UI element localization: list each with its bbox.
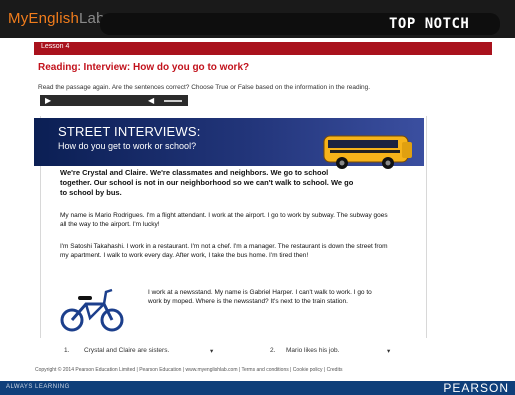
answer-dropdown-1[interactable]: ▾ [210,347,213,355]
volume-slider[interactable] [164,100,182,102]
activity-title: Reading: Interview: How do you go to wor… [38,62,250,73]
question-text-1: Crystal and Claire are sisters. [84,347,170,354]
moped-image [60,288,124,332]
paragraph-mario: My name is Mario Rodrigues. I'm a flight… [60,212,388,228]
always-learning-label: ALWAYS LEARNING [6,384,70,390]
question-row: 1. Crystal and Claire are sisters. ▾ 2. … [42,347,432,359]
paragraph-gabriel: I work at a newsstand. My name is Gabrie… [148,289,372,305]
brand-logo[interactable]: MyEnglishLab [8,10,105,27]
paragraph-satoshi: I'm Satoshi Takahashi. I work in a resta… [60,243,388,259]
banner-subtitle: How do you get to work or school? [58,141,197,151]
banner-title: STREET INTERVIEWS: [58,124,201,139]
brand-main: MyEnglish [8,10,79,27]
play-icon[interactable]: ▶ [45,96,51,105]
top-bar: MyEnglishLab TOP NOTCH [0,0,515,38]
lesson-label: Lesson 4 [41,43,70,50]
audio-player: ▶ ◀ [40,95,188,106]
lesson-bar: Lesson 4 [34,42,492,55]
question-text-2: Mario likes his job. [286,347,340,354]
answer-dropdown-2[interactable]: ▾ [387,347,390,355]
question-number-1: 1. [64,347,70,354]
pearson-logo: PEARSON [443,381,509,395]
bottom-bar: ALWAYS LEARNING PEARSON [0,381,515,395]
volume-icon[interactable]: ◀ [148,96,154,105]
product-title: TOP NOTCH [389,16,470,32]
paragraph-crystal-claire: We're Crystal and Claire. We're classmat… [60,168,354,197]
activity-instructions: Read the passage again. Are the sentence… [38,84,371,91]
question-number-2: 2. [270,347,276,354]
school-bus-image [323,135,412,169]
footer-links[interactable]: Copyright © 2014 Pearson Education Limit… [35,367,495,373]
